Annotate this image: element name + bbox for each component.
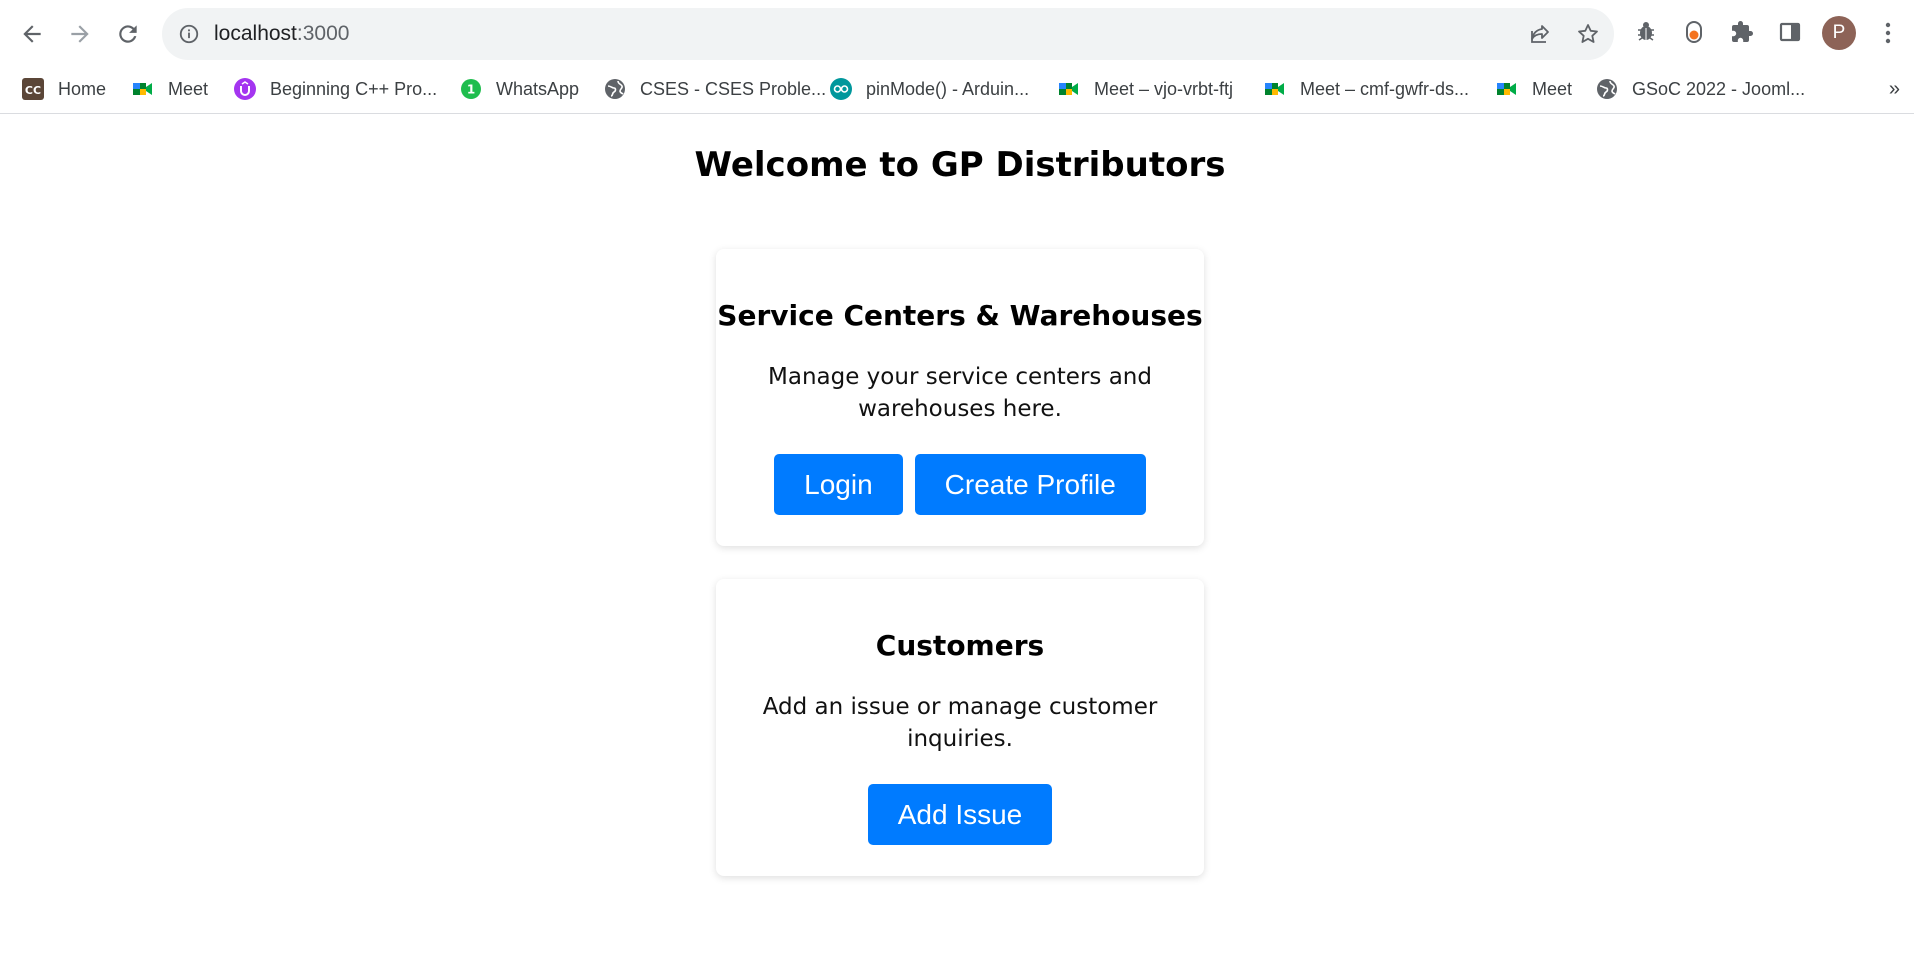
bookmark-gsoc[interactable]: GSoC 2022 - Jooml... [1596, 72, 1805, 106]
google-meet-icon [1264, 78, 1286, 100]
google-meet-icon [1058, 78, 1080, 100]
bug-extension-icon[interactable] [1630, 16, 1662, 48]
browser-menu-icon[interactable] [1876, 16, 1900, 50]
arrow-left-icon [23, 25, 41, 43]
bookmark-label: Home [58, 78, 107, 99]
customers-card: Customers Add an issue or manage custome… [716, 579, 1204, 876]
share-icon[interactable] [1526, 20, 1554, 48]
globe-icon [604, 78, 626, 100]
bookmark-label: Meet – vjo-vrbt-ftj [1094, 78, 1234, 99]
bookmark-label: Meet – cmf-gwfr-ds... [1300, 78, 1470, 99]
card-heading: Customers [875, 629, 1045, 662]
bookmark-arduino[interactable]: pinMode() - Arduin... [830, 72, 1029, 106]
url-port: :3000 [296, 22, 350, 45]
browser-toolbar: localhost:3000 P [0, 0, 1914, 66]
back-button[interactable] [12, 14, 52, 54]
bookmark-whatsapp[interactable]: 1 WhatsApp [460, 72, 579, 106]
google-meet-icon [132, 78, 154, 100]
more-bookmarks-button[interactable]: » [1889, 72, 1900, 106]
whatsapp-icon: 1 [460, 78, 482, 100]
udemy-icon [234, 78, 256, 100]
bookmark-label: GSoC 2022 - Jooml... [1632, 78, 1806, 99]
bookmark-label: CSES - CSES Proble... [640, 78, 827, 99]
address-bar[interactable]: localhost:3000 [162, 8, 1614, 60]
create-profile-button[interactable]: Create Profile [914, 454, 1146, 515]
button-group: Add Issue [716, 784, 1204, 845]
card-description: Add an issue or manage customer inquirie… [762, 694, 1158, 752]
globe-icon [1596, 78, 1618, 100]
bookmark-udemy[interactable]: Beginning C++ Pro... [234, 72, 437, 106]
codechef-icon: CC [22, 78, 44, 100]
page-content: Welcome to GP Distributors Service Cente… [0, 115, 1914, 972]
page-title: Welcome to GP Distributors [694, 145, 1226, 185]
svg-text:CC: CC [25, 84, 41, 97]
extensions-puzzle-icon[interactable] [1726, 16, 1758, 48]
toggle-extension-icon[interactable] [1678, 16, 1710, 48]
url-text[interactable]: localhost:3000 [214, 8, 349, 60]
profile-avatar[interactable]: P [1822, 16, 1856, 50]
bookmark-label: Beginning C++ Pro... [270, 78, 438, 99]
card-heading: Service Centers & Warehouses [717, 299, 1203, 332]
login-button[interactable]: Login [774, 454, 903, 515]
bookmark-meet-2[interactable]: Meet [1496, 72, 1572, 106]
bookmarks-bar: CC Home Meet Beginning C++ Pro... 1 What… [0, 66, 1914, 114]
side-panel-icon[interactable] [1774, 16, 1806, 48]
forward-button[interactable] [60, 14, 100, 54]
add-issue-button[interactable]: Add Issue [867, 784, 1053, 845]
bookmark-meet-vjo[interactable]: Meet – vjo-vrbt-ftj [1058, 72, 1233, 106]
bookmark-label: Meet [168, 78, 209, 99]
bookmark-star-icon[interactable] [1574, 20, 1602, 48]
reload-icon [119, 25, 137, 43]
bookmark-label: WhatsApp [496, 78, 580, 99]
google-meet-icon [1496, 78, 1518, 100]
arrow-right-icon [71, 25, 89, 43]
reload-button[interactable] [108, 14, 148, 54]
site-info-icon[interactable] [176, 21, 202, 47]
service-centers-card: Service Centers & Warehouses Manage your… [716, 249, 1204, 546]
bookmark-label: Meet [1532, 78, 1573, 99]
svg-text:1: 1 [467, 83, 475, 97]
button-group: Login Create Profile [716, 454, 1204, 515]
bookmark-home[interactable]: CC Home [22, 72, 106, 106]
bookmark-meet[interactable]: Meet [132, 72, 208, 106]
arduino-icon [830, 78, 852, 100]
bookmark-cses[interactable]: CSES - CSES Proble... [604, 72, 826, 106]
bookmark-meet-cmf[interactable]: Meet – cmf-gwfr-ds... [1264, 72, 1469, 106]
bookmark-label: pinMode() - Arduin... [866, 78, 1030, 99]
card-description: Manage your service centers and warehous… [768, 364, 1152, 422]
url-host: localhost [214, 22, 297, 45]
